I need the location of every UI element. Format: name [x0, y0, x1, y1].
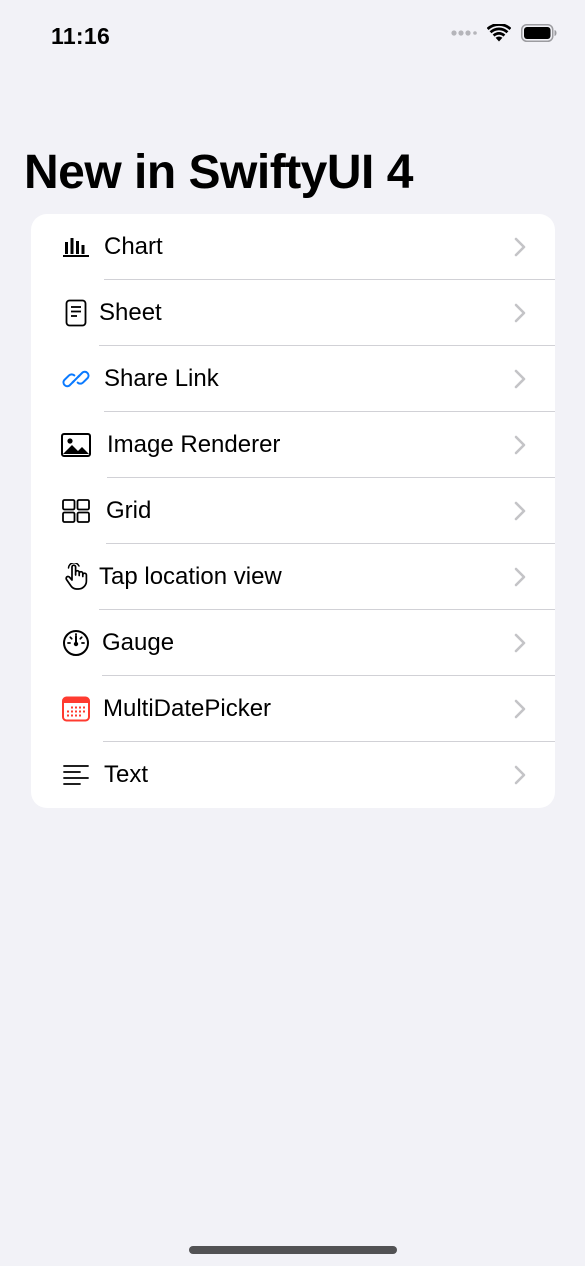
calendar-icon	[61, 694, 91, 724]
doc-text-icon	[61, 298, 91, 328]
list-item-text[interactable]: Text	[31, 742, 555, 808]
chevron-right-icon	[514, 435, 526, 455]
list-item-multidatepicker[interactable]: MultiDatePicker	[31, 676, 555, 742]
page-title: New in SwiftyUI 4	[24, 146, 413, 199]
gauge-icon	[61, 628, 91, 658]
status-bar: 11:16	[0, 0, 585, 74]
list-item-gauge[interactable]: Gauge	[31, 610, 555, 676]
photo-icon	[61, 430, 91, 460]
battery-icon	[521, 24, 557, 42]
hand-point-icon	[61, 562, 91, 592]
chevron-right-icon	[514, 765, 526, 785]
list-item-label: Text	[104, 761, 149, 788]
list-item-label: Sheet	[99, 299, 162, 326]
chart-bar-icon	[61, 232, 91, 262]
chevron-right-icon	[514, 237, 526, 257]
link-icon	[61, 364, 91, 394]
status-time: 11:16	[51, 23, 111, 49]
list-item-label: Tap location view	[99, 563, 282, 590]
grid-icon	[61, 496, 91, 526]
chevron-right-icon	[514, 633, 526, 653]
chevron-right-icon	[514, 369, 526, 389]
list-item-chart[interactable]: Chart	[31, 214, 555, 280]
list-item-label: Chart	[104, 233, 163, 260]
list-item-grid[interactable]: Grid	[31, 478, 555, 544]
home-indicator[interactable]	[189, 1246, 397, 1254]
feature-list: Chart Sheet Share Link Image Renderer Gr…	[31, 214, 555, 808]
text-align-left-icon	[61, 760, 91, 790]
status-icons	[451, 24, 557, 42]
list-item-label: Image Renderer	[107, 431, 281, 458]
list-item-label: MultiDatePicker	[103, 695, 272, 722]
list-item-share-link[interactable]: Share Link	[31, 346, 555, 412]
chevron-right-icon	[514, 303, 526, 323]
list-item-label: Gauge	[102, 629, 175, 656]
list-item-image-renderer[interactable]: Image Renderer	[31, 412, 555, 478]
chevron-right-icon	[514, 501, 526, 521]
chevron-right-icon	[514, 567, 526, 587]
list-item-sheet[interactable]: Sheet	[31, 280, 555, 346]
chevron-right-icon	[514, 699, 526, 719]
wifi-icon	[487, 24, 511, 42]
list-item-tap-location-view[interactable]: Tap location view	[31, 544, 555, 610]
list-item-label: Share Link	[104, 365, 219, 392]
cellular-signal-icon	[451, 30, 477, 36]
list-item-label: Grid	[106, 497, 152, 524]
